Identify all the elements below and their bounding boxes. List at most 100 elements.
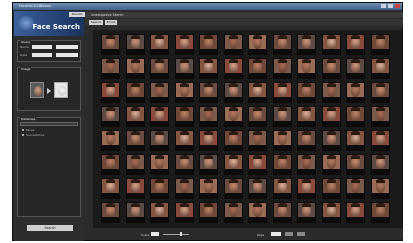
- result-tile[interactable]: [150, 82, 169, 103]
- result-tile[interactable]: [297, 58, 316, 79]
- result-tile[interactable]: [346, 82, 365, 103]
- result-tile[interactable]: [272, 58, 292, 79]
- date-to-input[interactable]: [56, 53, 78, 57]
- result-tile[interactable]: [272, 82, 292, 103]
- page-nav-button-2[interactable]: [297, 232, 305, 236]
- result-tile[interactable]: [125, 58, 145, 79]
- database-dropdown[interactable]: [20, 122, 78, 126]
- result-tile[interactable]: [150, 34, 169, 55]
- query-image-thumbnail[interactable]: [30, 82, 44, 98]
- result-tile[interactable]: [346, 154, 365, 175]
- result-tile[interactable]: [125, 106, 145, 127]
- result-tile[interactable]: [248, 106, 267, 127]
- result-tile[interactable]: [125, 178, 145, 199]
- result-tile[interactable]: [223, 130, 243, 151]
- threshold-slider-knob[interactable]: [180, 232, 182, 236]
- page-nav-button[interactable]: [285, 232, 293, 236]
- search-toolbar-button[interactable]: Search: [89, 20, 103, 25]
- result-tile[interactable]: [248, 178, 267, 199]
- result-tile[interactable]: [101, 106, 120, 127]
- result-tile[interactable]: [223, 58, 243, 79]
- result-tile[interactable]: [125, 82, 145, 103]
- result-tile[interactable]: [125, 130, 145, 151]
- result-tile[interactable]: [346, 34, 365, 55]
- result-tile[interactable]: [248, 202, 267, 223]
- result-tile[interactable]: [199, 106, 218, 127]
- result-tile[interactable]: [297, 130, 316, 151]
- result-tile[interactable]: [199, 58, 218, 79]
- result-tile[interactable]: [101, 58, 120, 79]
- result-tile[interactable]: [101, 82, 120, 103]
- result-tile[interactable]: [272, 154, 292, 175]
- page-input[interactable]: [271, 232, 281, 236]
- result-tile[interactable]: [199, 130, 218, 151]
- result-tile[interactable]: [174, 202, 194, 223]
- result-tile[interactable]: [272, 130, 292, 151]
- result-tile[interactable]: [346, 202, 365, 223]
- result-tile[interactable]: [370, 58, 390, 79]
- result-tile[interactable]: [150, 130, 169, 151]
- result-tile[interactable]: [321, 34, 341, 55]
- minimize-button[interactable]: [381, 4, 387, 8]
- result-tile[interactable]: [248, 130, 267, 151]
- result-tile[interactable]: [248, 82, 267, 103]
- result-tile[interactable]: [199, 154, 218, 175]
- result-tile[interactable]: [346, 58, 365, 79]
- result-tile[interactable]: [174, 178, 194, 199]
- result-tile[interactable]: [248, 58, 267, 79]
- result-tile[interactable]: [223, 34, 243, 55]
- result-tile[interactable]: [321, 202, 341, 223]
- result-tile[interactable]: [125, 34, 145, 55]
- result-tile[interactable]: [297, 202, 316, 223]
- result-tile[interactable]: [223, 82, 243, 103]
- result-tile[interactable]: [297, 154, 316, 175]
- result-tile[interactable]: [272, 106, 292, 127]
- result-tile[interactable]: [101, 34, 120, 55]
- result-tile[interactable]: [101, 130, 120, 151]
- result-tile[interactable]: [101, 178, 120, 199]
- result-tile[interactable]: [174, 106, 194, 127]
- result-tile[interactable]: [174, 58, 194, 79]
- result-tile[interactable]: [248, 154, 267, 175]
- enroll-toolbar-button[interactable]: Enroll: [105, 20, 117, 25]
- tab-results[interactable]: Results: [69, 12, 85, 17]
- maximize-button[interactable]: [388, 4, 394, 8]
- result-tile[interactable]: [321, 82, 341, 103]
- result-tile[interactable]: [223, 154, 243, 175]
- result-tile[interactable]: [370, 130, 390, 151]
- result-tile[interactable]: [101, 154, 120, 175]
- result-tile[interactable]: [223, 106, 243, 127]
- result-tile[interactable]: [321, 130, 341, 151]
- result-tile[interactable]: [321, 154, 341, 175]
- result-tile[interactable]: [272, 178, 292, 199]
- result-tile[interactable]: [174, 154, 194, 175]
- result-tile[interactable]: [199, 202, 218, 223]
- name-input[interactable]: [32, 45, 52, 49]
- result-tile[interactable]: [370, 154, 390, 175]
- id-input[interactable]: [56, 45, 78, 49]
- result-tile[interactable]: [346, 106, 365, 127]
- result-tile[interactable]: [297, 34, 316, 55]
- result-tile[interactable]: [346, 178, 365, 199]
- result-tile[interactable]: [223, 202, 243, 223]
- result-tile[interactable]: [199, 178, 218, 199]
- result-tile[interactable]: [125, 154, 145, 175]
- result-tile[interactable]: [321, 178, 341, 199]
- result-tile[interactable]: [370, 202, 390, 223]
- threshold-slider[interactable]: [163, 234, 189, 235]
- result-tile[interactable]: [150, 178, 169, 199]
- faces-checkbox[interactable]: [22, 129, 24, 131]
- result-tile[interactable]: [272, 202, 292, 223]
- result-tile[interactable]: [272, 34, 292, 55]
- date-input[interactable]: [32, 53, 52, 57]
- result-tile[interactable]: [248, 34, 267, 55]
- surveillance-checkbox[interactable]: [22, 134, 24, 136]
- result-tile[interactable]: [321, 106, 341, 127]
- scale-input[interactable]: [151, 232, 159, 236]
- result-tile[interactable]: [321, 58, 341, 79]
- result-tile[interactable]: [370, 178, 390, 199]
- search-button[interactable]: Search: [27, 225, 73, 231]
- result-tile[interactable]: [297, 82, 316, 103]
- result-tile[interactable]: [150, 106, 169, 127]
- result-tile[interactable]: [297, 106, 316, 127]
